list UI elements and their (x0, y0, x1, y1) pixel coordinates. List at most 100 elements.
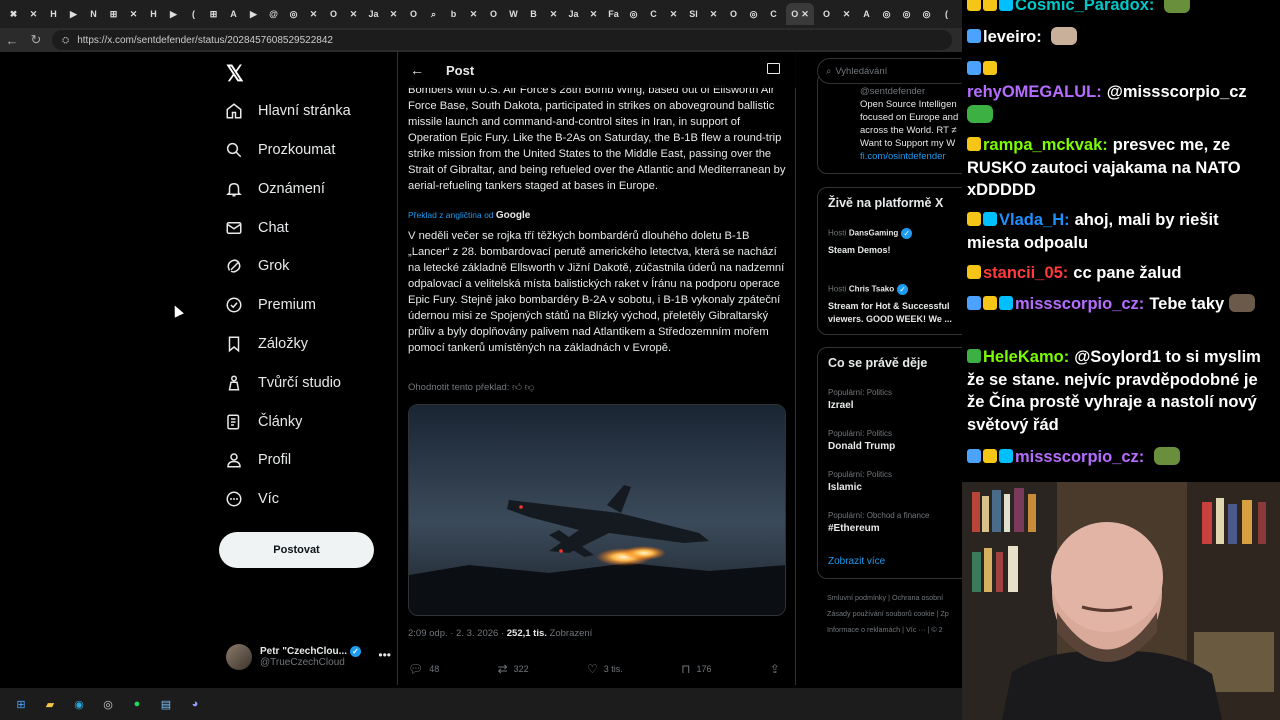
nav-item-prozkoumat[interactable]: Prozkoumat (224, 133, 335, 167)
nav-item-profil[interactable]: Profil (224, 443, 291, 477)
browser-tab[interactable]: ✕ (346, 3, 361, 25)
nav-item-v-c[interactable]: Víc (224, 482, 279, 516)
browser-tab[interactable]: b (446, 3, 461, 25)
browser-tab[interactable]: A (859, 3, 874, 25)
browser-tab[interactable]: B (526, 3, 541, 25)
browser-tab-active[interactable]: O ✕ (786, 3, 814, 25)
browser-tab[interactable]: ✕ (386, 3, 401, 25)
browser-tab[interactable]: ⌕ (426, 3, 441, 25)
browser-tab[interactable]: ▶ (246, 3, 261, 25)
chat-username[interactable]: Vlada_H: (999, 211, 1070, 229)
browser-tab[interactable]: ◎ (899, 3, 914, 25)
chat-username[interactable]: leveiro: (983, 28, 1042, 46)
trend-name[interactable]: Donald Trump (828, 441, 895, 452)
chrome-browser-icon[interactable]: ◎ (99, 695, 117, 713)
thumbs-down-icon[interactable]: 👎︎ (525, 382, 535, 393)
browser-tab[interactable]: ⊞ (206, 3, 221, 25)
notepad-icon[interactable]: ▤ (157, 695, 175, 713)
chat-username[interactable]: stancii_05: (983, 264, 1068, 282)
nav-item-premium[interactable]: Premium (224, 288, 316, 322)
browser-tab[interactable]: ✕ (466, 3, 481, 25)
browser-tab[interactable]: ✕ (666, 3, 681, 25)
browser-tab[interactable]: ◎ (746, 3, 761, 25)
nav-item-hlavn-str-nka[interactable]: Hlavní stránka (224, 94, 351, 128)
like-button[interactable]: ♡ 3 tis. (587, 662, 623, 676)
browser-tab[interactable]: ◎ (626, 3, 641, 25)
show-more-link[interactable]: Zobrazit více (828, 556, 885, 567)
browser-tab[interactable]: W (506, 3, 521, 25)
share-button[interactable]: ⇪ (770, 662, 786, 676)
browser-tab[interactable]: H (46, 3, 61, 25)
browser-tab[interactable]: ( (186, 3, 201, 25)
live-item-title[interactable]: Stream for Hot & Successful (828, 300, 950, 313)
browser-tab[interactable]: ◎ (879, 3, 894, 25)
browser-tab[interactable]: O (406, 3, 421, 25)
reload-icon[interactable]: ↻ (24, 32, 48, 48)
discord-icon[interactable]: ◕ (186, 695, 204, 713)
x-logo-icon[interactable]: 𝕏 (226, 61, 244, 87)
chat-username[interactable]: missscorpio_cz: (1015, 448, 1144, 466)
account-switcher[interactable]: Petr "CzechClou... ✓ @TrueCzechCloud ••• (226, 640, 391, 674)
chat-username[interactable]: rehyOMEGALUL: (967, 83, 1102, 101)
windows-start-icon[interactable]: ⊞ (12, 695, 30, 713)
back-arrow-icon[interactable]: ← (410, 62, 446, 78)
browser-tab[interactable]: ✕ (706, 3, 721, 25)
post-image[interactable] (408, 404, 786, 616)
browser-tab[interactable]: ▶ (166, 3, 181, 25)
trend-name[interactable]: Islamic (828, 482, 862, 493)
browser-tab[interactable]: ▶ (66, 3, 81, 25)
chat-username[interactable]: HeleKamo: (983, 348, 1069, 366)
footer-links[interactable]: Zásady používání souborů cookie | Zp (827, 609, 949, 618)
browser-tab[interactable]: O (326, 3, 341, 25)
browser-tab[interactable]: ◎ (919, 3, 934, 25)
browser-tab[interactable]: ✕ (126, 3, 141, 25)
thumbs-up-icon[interactable]: 👍︎ (512, 382, 522, 393)
bio-link[interactable]: fi.com/osintdefender (860, 150, 958, 163)
browser-tab[interactable]: ✕ (306, 3, 321, 25)
footer-links[interactable]: Smluvní podmínky | Ochrana osobní (827, 593, 943, 602)
browser-tab[interactable]: ( (939, 3, 954, 25)
live-item-title[interactable]: Steam Demos! (828, 244, 891, 257)
nav-item-tv-r-studio[interactable]: Tvůrčí studio (224, 366, 341, 400)
browser-tab[interactable]: ✕ (839, 3, 854, 25)
live-item-title-2[interactable]: viewers. GOOD WEEK! We ... (828, 313, 952, 326)
footer-links[interactable]: Informace o reklamách | Víc ··· | © 2 (827, 625, 943, 634)
trend-name[interactable]: Izrael (828, 400, 854, 411)
browser-tab[interactable]: ✕ (26, 3, 41, 25)
browser-tab[interactable]: O (486, 3, 501, 25)
file-explorer-icon[interactable]: ▰ (41, 695, 59, 713)
browser-tab[interactable]: ✕ (546, 3, 561, 25)
spotify-icon[interactable]: ● (128, 695, 146, 713)
post-button[interactable]: Postovat (219, 532, 374, 568)
site-info-icon[interactable]: ⛭ (62, 35, 69, 46)
browser-tab[interactable]: A (226, 3, 241, 25)
browser-tab[interactable]: ✖ (6, 3, 21, 25)
url-field[interactable]: ⛭ https://x.com/sentdefender/status/2028… (52, 30, 952, 50)
browser-tab[interactable]: Fa (606, 3, 621, 25)
bookmark-button[interactable]: ⊓ 176 (681, 662, 711, 676)
chat-username[interactable]: rampa_mckvak: (983, 136, 1108, 154)
nav-item-chat[interactable]: Chat (224, 211, 289, 245)
browser-tab[interactable]: N (86, 3, 101, 25)
trend-name[interactable]: #Ethereum (828, 523, 880, 534)
browser-tab[interactable]: @ (266, 3, 281, 25)
browser-tab[interactable]: C (766, 3, 781, 25)
browser-tab[interactable]: Ja (366, 3, 381, 25)
browser-tab[interactable]: ✕ (586, 3, 601, 25)
browser-tab[interactable]: ⊞ (106, 3, 121, 25)
nav-item--l-nky[interactable]: Články (224, 405, 302, 439)
search-input[interactable]: ⌕ Vyhledávání (817, 58, 962, 84)
repost-button[interactable]: ⇄ 322 (498, 662, 529, 676)
browser-tab[interactable]: Ja (566, 3, 581, 25)
nav-item-z-lo-ky[interactable]: Záložky (224, 327, 308, 361)
browser-tab[interactable]: C (646, 3, 661, 25)
account-more-icon[interactable]: ••• (378, 648, 391, 662)
reader-mode-icon[interactable] (767, 63, 780, 74)
browser-tab[interactable]: H (146, 3, 161, 25)
nav-item-grok[interactable]: Grok (224, 249, 289, 283)
browser-tab[interactable]: ◎ (286, 3, 301, 25)
chat-username[interactable]: Cosmic_Paradox: (1015, 0, 1154, 14)
browser-tab[interactable]: Sl (686, 3, 701, 25)
nav-item-ozn-men-[interactable]: Oznámení (224, 172, 325, 206)
back-nav-icon[interactable]: ← (0, 33, 24, 48)
